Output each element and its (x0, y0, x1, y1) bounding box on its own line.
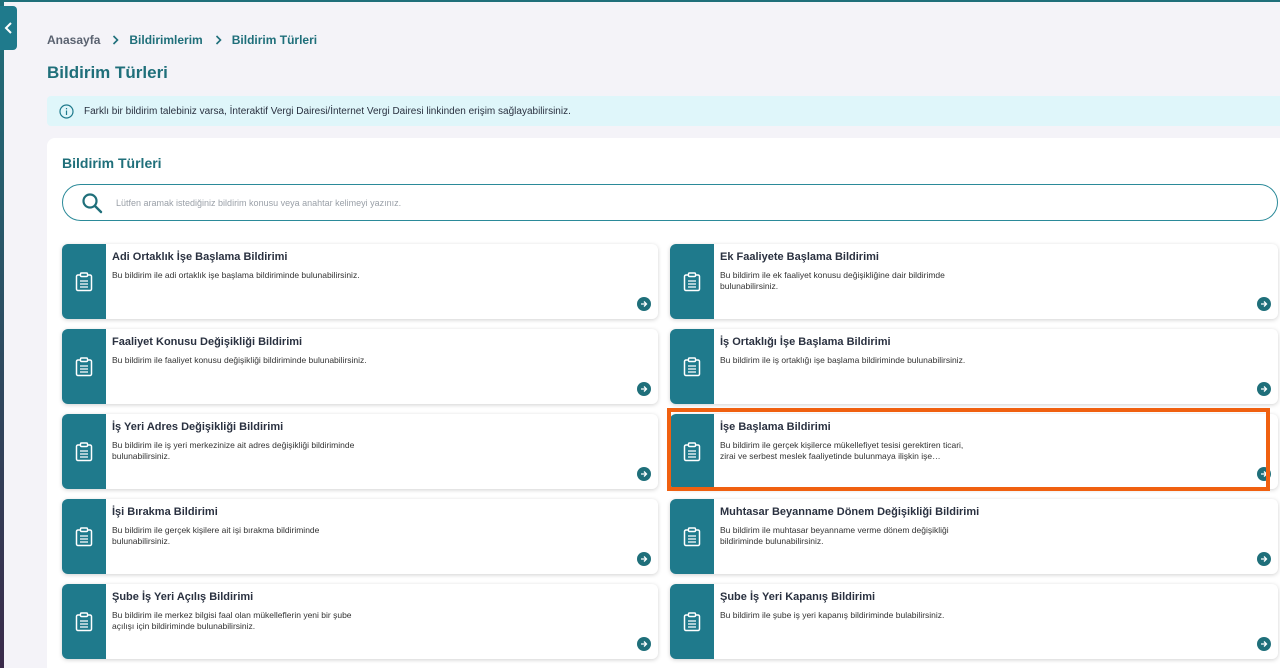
notification-card[interactable]: Şube İş Yeri Açılış Bildirimi Bu bildiri… (62, 584, 658, 659)
clipboard-icon (683, 441, 701, 461)
card-icon-box (670, 414, 714, 489)
notification-card[interactable]: İşe Başlama Bildirimi Bu bildirim ile ge… (670, 414, 1278, 489)
card-description: Bu bildirim ile gerçek kişilerce mükelle… (720, 440, 964, 461)
clipboard-icon (75, 271, 93, 291)
arrow-right-circle-icon[interactable] (1257, 637, 1271, 651)
search-input[interactable] (116, 197, 1216, 208)
notification-card[interactable]: Adi Ortaklık İşe Başlama Bildirimi Bu bi… (62, 244, 658, 319)
breadcrumb: Anasayfa Bildirimlerim Bildirim Türleri (47, 33, 317, 47)
card-icon-box (670, 329, 714, 404)
card-description: Bu bildirim ile iş ortaklığı işe başlama… (720, 355, 966, 365)
chevron-right-icon (215, 35, 222, 45)
card-icon-box (670, 584, 714, 659)
card-title: İş Ortaklığı İşe Başlama Bildirimi (720, 336, 891, 348)
notification-card[interactable]: Faaliyet Konusu Değişikliği Bildirimi Bu… (62, 329, 658, 404)
card-grid: Adi Ortaklık İşe Başlama Bildirimi Bu bi… (62, 244, 1278, 659)
breadcrumb-notifications[interactable]: Bildirimlerim (129, 33, 202, 47)
breadcrumb-current: Bildirim Türleri (231, 33, 318, 47)
arrow-right-circle-icon[interactable] (637, 297, 651, 311)
card-icon-box (62, 244, 106, 319)
page-title: Bildirim Türleri (47, 63, 168, 82)
card-title: İş Yeri Adres Değişikliği Bildirimi (112, 421, 284, 433)
arrow-right-circle-icon[interactable] (637, 467, 651, 481)
clipboard-icon (75, 356, 93, 376)
card-title: Ek Faaliyete Başlama Bildirimi (720, 251, 879, 263)
notification-card[interactable]: Muhtasar Beyanname Dönem Değişikliği Bil… (670, 499, 1278, 574)
clipboard-icon (683, 611, 701, 631)
arrow-right-circle-icon[interactable] (637, 552, 651, 566)
panel-title: Bildirim Türleri (62, 155, 162, 171)
card-title: Adi Ortaklık İşe Başlama Bildirimi (112, 251, 288, 263)
arrow-right-circle-icon[interactable] (1257, 382, 1271, 396)
notification-card[interactable]: Şube İş Yeri Kapanış Bildirimi Bu bildir… (670, 584, 1278, 659)
arrow-right-circle-icon[interactable] (1257, 297, 1271, 311)
card-title: Şube İş Yeri Kapanış Bildirimi (720, 591, 876, 603)
info-icon (59, 103, 74, 119)
search-icon (81, 192, 103, 214)
breadcrumb-home[interactable]: Anasayfa (47, 33, 100, 47)
arrow-right-circle-icon[interactable] (637, 382, 651, 396)
clipboard-icon (683, 356, 701, 376)
chevron-left-icon (4, 22, 12, 34)
arrow-right-circle-icon[interactable] (637, 637, 651, 651)
notification-card[interactable]: Ek Faaliyete Başlama Bildirimi Bu bildir… (670, 244, 1278, 319)
card-icon-box (62, 414, 106, 489)
card-icon-box (62, 584, 106, 659)
card-title: İşe Başlama Bildirimi (720, 421, 831, 433)
top-border (0, 0, 1280, 2)
card-title: Muhtasar Beyanname Dönem Değişikliği Bil… (720, 506, 980, 518)
info-banner: Farklı bir bildirim talebiniz varsa, İnt… (47, 96, 1280, 126)
notification-card[interactable]: İş Ortaklığı İşe Başlama Bildirimi Bu bi… (670, 329, 1278, 404)
left-edge (0, 0, 4, 668)
card-icon-box (62, 499, 106, 574)
card-icon-box (670, 244, 714, 319)
card-description: Bu bildirim ile merkez bilgisi faal olan… (112, 610, 352, 631)
clipboard-icon (683, 271, 701, 291)
clipboard-icon (75, 526, 93, 546)
card-icon-box (670, 499, 714, 574)
chevron-right-icon (112, 35, 120, 45)
card-description: Bu bildirim ile muhtasar beyanname verme… (720, 525, 949, 546)
card-icon-box (62, 329, 106, 404)
card-description: Bu bildirim ile ek faaliyet konusu değiş… (720, 270, 945, 291)
clipboard-icon (75, 441, 93, 461)
search-box[interactable] (62, 184, 1278, 221)
card-description: Bu bildirim ile gerçek kişilere ait işi … (112, 525, 320, 546)
clipboard-icon (75, 611, 93, 631)
info-text: Farklı bir bildirim talebiniz varsa, İnt… (84, 105, 571, 117)
card-title: Faaliyet Konusu Değişikliği Bildirimi (112, 336, 303, 348)
sidebar-collapse-button[interactable] (0, 6, 17, 50)
card-description: Bu bildirim ile şube iş yeri kapanış bil… (720, 610, 945, 620)
arrow-right-circle-icon[interactable] (1257, 467, 1271, 481)
card-description: Bu bildirim ile faaliyet konusu değişikl… (112, 355, 367, 365)
notification-card[interactable]: İşi Bırakma Bildirimi Bu bildirim ile ge… (62, 499, 658, 574)
notification-card[interactable]: İş Yeri Adres Değişikliği Bildirimi Bu b… (62, 414, 658, 489)
card-description: Bu bildirim ile adi ortaklık işe başlama… (112, 270, 360, 280)
card-title: Şube İş Yeri Açılış Bildirimi (112, 591, 254, 603)
card-description: Bu bildirim ile iş yeri merkezinize ait … (112, 440, 355, 461)
arrow-right-circle-icon[interactable] (1257, 552, 1271, 566)
card-title: İşi Bırakma Bildirimi (112, 506, 218, 518)
clipboard-icon (683, 526, 701, 546)
notification-types-panel: Bildirim Türleri Adi Ortaklık İşe Başlam… (47, 138, 1280, 668)
